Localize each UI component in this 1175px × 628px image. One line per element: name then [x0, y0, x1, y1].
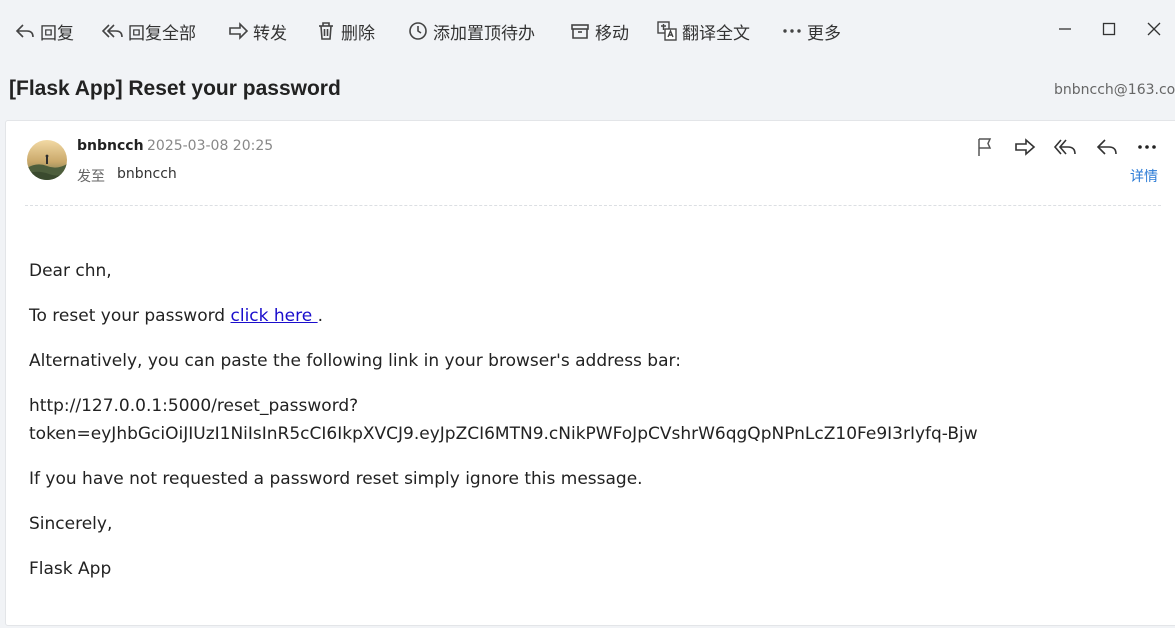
greeting-text: Dear chn, — [29, 261, 112, 281]
details-link[interactable]: 详情 — [1130, 166, 1158, 186]
reset-url-line1: http://127.0.0.1:5000/reset_password? — [29, 396, 359, 416]
translate-label: 翻译全文 — [682, 23, 750, 44]
ignore-text: If you have not requested a password res… — [29, 469, 643, 489]
flag-icon[interactable] — [973, 135, 997, 159]
more-dots-icon — [783, 29, 801, 33]
add-todo-button[interactable]: 添加置顶待办 — [407, 15, 535, 47]
reply-label: 回复 — [40, 23, 74, 44]
forward-label: 转发 — [253, 23, 287, 44]
minimize-icon[interactable] — [1054, 18, 1076, 40]
forward-icon — [229, 22, 249, 40]
avatar[interactable] — [27, 140, 67, 180]
move-label: 移动 — [595, 23, 629, 44]
reset-prefix-text: To reset your password — [29, 306, 231, 326]
reply-all-icon[interactable] — [1053, 135, 1077, 159]
trash-icon — [319, 22, 333, 40]
forward-icon[interactable] — [1013, 135, 1037, 159]
reply-icon — [15, 24, 34, 38]
reset-url-line2: token=eyJhbGciOiJIUzI1NiIsInR5cCI6IkpXVC… — [29, 424, 978, 444]
email-subject: [Flask App] Reset your password — [9, 77, 341, 100]
recipient-label: 发至 — [77, 169, 105, 185]
more-button[interactable]: 更多 — [781, 15, 841, 47]
alternative-text: Alternatively, you can paste the followi… — [29, 351, 681, 371]
reset-paragraph: To reset your password click here . — [29, 302, 1159, 330]
signature-text: Flask App — [29, 559, 112, 579]
email-card: bnbncch 2025-03-08 20:25 发至 bnbncch 详情 D… — [5, 120, 1175, 626]
translate-button[interactable]: 翻译全文 — [656, 15, 750, 47]
archive-box-icon — [571, 24, 589, 39]
recipient-name[interactable]: bnbncch — [117, 166, 177, 182]
close-icon[interactable] — [1143, 18, 1165, 40]
reset-link[interactable]: click here — [231, 306, 318, 326]
reset-suffix-text: . — [317, 306, 324, 326]
forward-button[interactable]: 转发 — [227, 15, 287, 47]
more-dots-icon[interactable] — [1135, 135, 1159, 159]
reply-all-icon — [102, 24, 123, 38]
reset-url[interactable]: http://127.0.0.1:5000/reset_password?tok… — [29, 392, 1159, 448]
reply-all-label: 回复全部 — [128, 23, 196, 44]
translate-icon — [657, 21, 677, 41]
email-body: Dear chn, To reset your password click h… — [29, 257, 1159, 600]
reply-all-button[interactable]: 回复全部 — [102, 15, 196, 47]
delete-label: 删除 — [341, 23, 375, 44]
add-todo-label: 添加置顶待办 — [433, 23, 535, 44]
header-divider — [25, 205, 1161, 206]
more-label: 更多 — [807, 23, 841, 44]
avatar-image — [27, 140, 67, 180]
account-address: bnbncch@163.com — [1054, 82, 1175, 98]
delete-button[interactable]: 删除 — [315, 15, 375, 47]
sender-name[interactable]: bnbncch — [77, 138, 144, 154]
move-button[interactable]: 移动 — [569, 15, 629, 47]
reply-icon[interactable] — [1095, 135, 1119, 159]
maximize-icon[interactable] — [1098, 18, 1120, 40]
clock-icon — [409, 22, 427, 40]
reply-button[interactable]: 回复 — [14, 15, 74, 47]
closing-text: Sincerely, — [29, 514, 113, 534]
mail-toolbar: 回复 回复全部 转发 删除 添加置顶待办 移动 翻译全文 更多 — [0, 0, 1175, 62]
email-date: 2025-03-08 20:25 — [147, 138, 274, 154]
